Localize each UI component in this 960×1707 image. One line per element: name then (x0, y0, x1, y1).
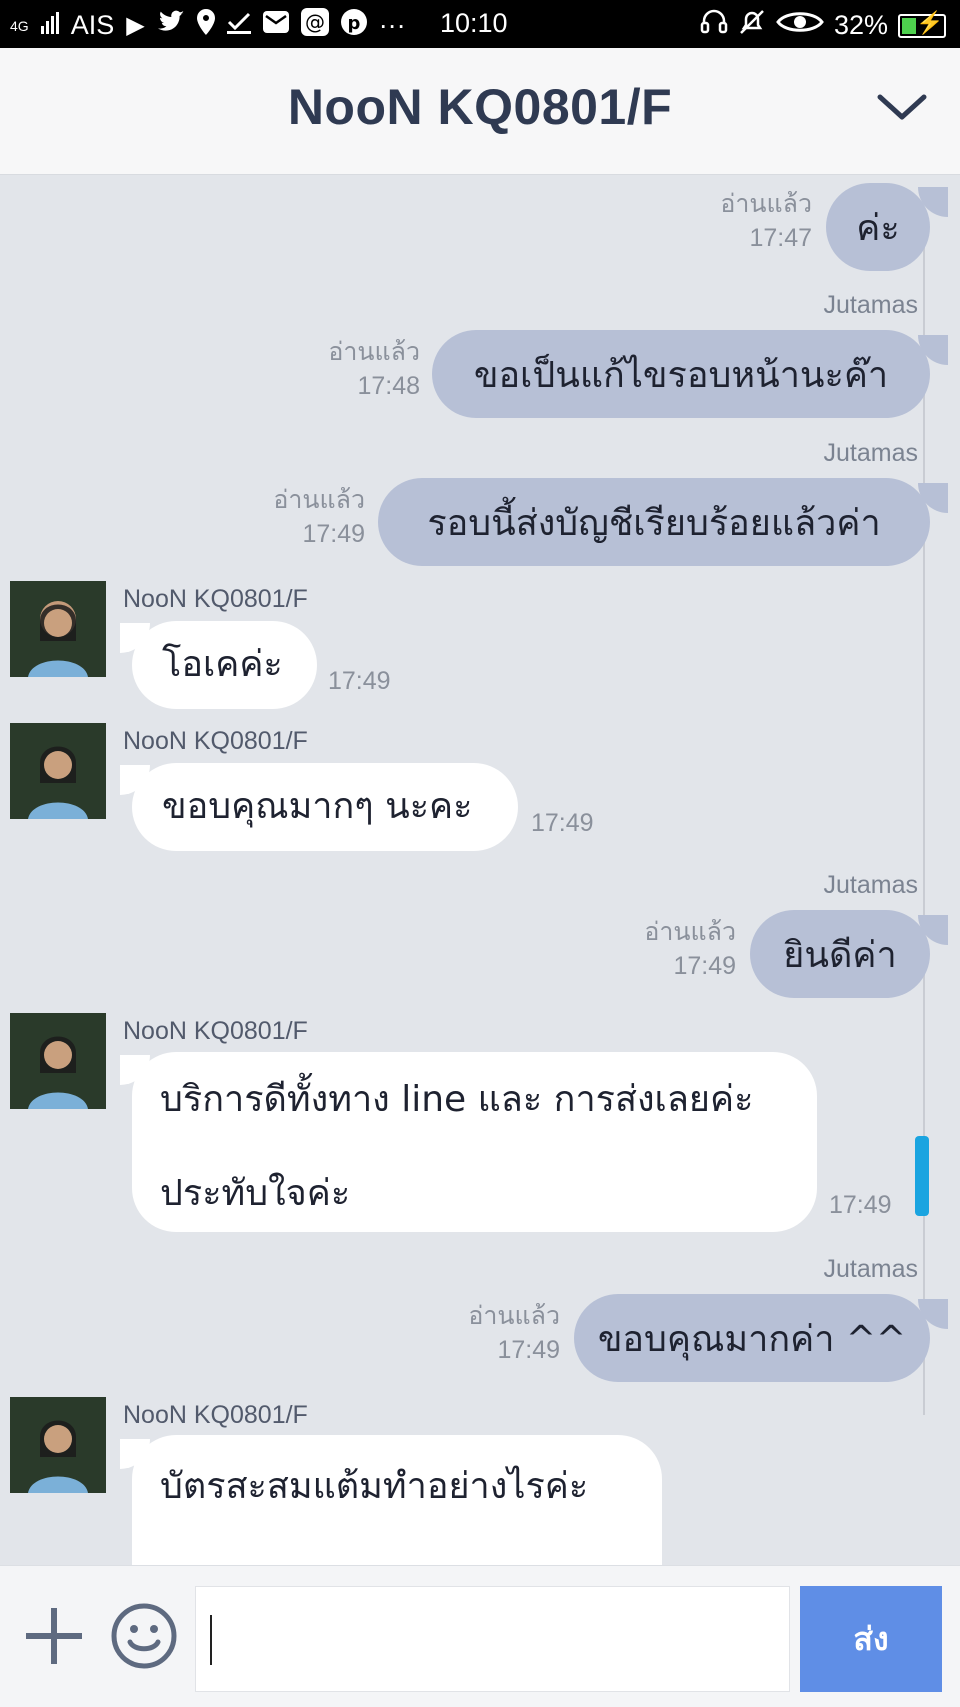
message-meta: อ่านแล้ว 17:47 (620, 187, 812, 255)
chat-header: NooN KQ0801/F (0, 48, 960, 175)
message-bubble-sent[interactable]: ขอบคุณมากค่า ^^ (574, 1294, 930, 1382)
message-meta: อ่านแล้ว 17:48 (220, 335, 420, 403)
message-time: 17:49 (497, 1336, 560, 1364)
message-input[interactable] (195, 1586, 790, 1692)
message-text: ยินดีค่า (783, 934, 897, 976)
text-caret (210, 1615, 212, 1665)
avatar[interactable] (10, 1397, 106, 1493)
message-time: 17:49 (673, 952, 736, 980)
message-bubble-sent[interactable]: ยินดีค่า (750, 910, 930, 998)
message-time: 17:47 (749, 224, 812, 252)
message-meta: อ่านแล้ว 17:49 (540, 915, 736, 983)
network-type: 4G (10, 17, 29, 34)
read-receipt: อ่านแล้ว (644, 918, 736, 946)
check-icon (226, 10, 251, 41)
read-receipt: อ่านแล้ว (720, 190, 812, 218)
message-text: บริการดีทั้งทาง line และ การส่งเลยค่ะ (160, 1079, 754, 1120)
message-bubble-sent[interactable]: รอบนี้ส่งบัญชีเรียบร้อยแล้วค่า (378, 478, 930, 566)
carrier: AIS (70, 10, 115, 40)
sender-name: Jutamas (823, 291, 918, 319)
message-time: 17:48 (357, 372, 420, 400)
message-text: ประทับใจค่ะ (160, 1173, 351, 1214)
message-meta: อ่านแล้ว 17:49 (360, 1299, 560, 1367)
message-time: 17:49 (829, 1191, 892, 1219)
pinterest-icon: p (340, 9, 367, 42)
message-bubble-sent[interactable]: ขอเป็นแก้ไขรอบหน้านะค๊า (432, 330, 930, 418)
battery-charging-icon: ⚡ (898, 10, 946, 38)
signal-icon (40, 10, 59, 41)
eye-icon (776, 9, 824, 42)
more-icon: ··· (378, 10, 406, 40)
message-bubble-sent[interactable]: ค่ะ (826, 183, 930, 271)
message-text: รอบนี้ส่งบัญชีเรียบร้อยแล้วค่า (427, 502, 881, 544)
scrollbar-thumb[interactable] (915, 1136, 929, 1216)
sender-name: Jutamas (823, 1255, 918, 1283)
message-text: ขอเป็นแก้ไขรอบหน้านะค๊า (473, 354, 889, 396)
twitter-icon (157, 10, 185, 41)
message-bubble-received[interactable]: โอเคค่ะ (132, 621, 317, 709)
send-button[interactable]: ส่ง (800, 1586, 942, 1692)
message-time: 17:49 (531, 809, 594, 837)
message-text: ค่ะ (856, 207, 900, 249)
battery-percent: 32% (833, 10, 888, 40)
chat-title: NooN KQ0801/F (287, 79, 673, 135)
status-bar: 4G AIS ▶ @ p ··· 10:10 32% ⚡ (0, 0, 960, 48)
read-receipt: อ่านแล้ว (273, 486, 365, 514)
chevron-down-icon[interactable] (874, 83, 930, 133)
emoji-icon[interactable] (110, 1602, 178, 1670)
bell-muted-icon (738, 8, 766, 43)
mail-icon (262, 11, 289, 40)
sender-name: Jutamas (823, 439, 918, 467)
sender-name: NooN KQ0801/F (123, 1401, 308, 1429)
sender-name: NooN KQ0801/F (123, 585, 308, 613)
headset-icon (700, 8, 728, 43)
svg-text:@: @ (305, 10, 325, 34)
read-receipt: อ่านแล้ว (328, 338, 420, 366)
sender-name: NooN KQ0801/F (123, 1017, 308, 1045)
read-receipt: อ่านแล้ว (468, 1302, 560, 1330)
message-meta: อ่านแล้ว 17:49 (170, 483, 365, 551)
message-list[interactable]: อ่านแล้ว 17:47 ค่ะ Jutamas อ่านแล้ว 17:4… (0, 175, 960, 1565)
sender-name: NooN KQ0801/F (123, 727, 308, 755)
avatar[interactable] (10, 1013, 106, 1109)
message-bubble-received[interactable]: บัตรสะสมแต้มทำอย่างไรค่ะ (132, 1435, 662, 1565)
sender-name: Jutamas (823, 871, 918, 899)
message-text: ขอบคุณมากค่า ^^ (597, 1318, 907, 1360)
message-time: 17:49 (328, 667, 391, 695)
avatar[interactable] (10, 581, 106, 677)
svg-text:p: p (347, 13, 360, 34)
input-bar: ส่ง (0, 1565, 960, 1707)
scrollbar-track (923, 235, 925, 1415)
message-text: บัตรสะสมแต้มทำอย่างไรค่ะ (160, 1466, 589, 1507)
message-bubble-received[interactable]: ขอบคุณมากๆ นะคะ (132, 763, 518, 851)
at-icon: @ (300, 8, 329, 43)
clock: 10:10 (440, 8, 508, 38)
location-icon (196, 9, 215, 42)
message-text: ขอบคุณมากๆ นะคะ (162, 786, 473, 827)
message-time: 17:49 (302, 520, 365, 548)
plus-icon[interactable] (24, 1606, 84, 1666)
message-text: โอเคค่ะ (162, 644, 283, 685)
play-store-icon: ▶ (126, 12, 145, 39)
message-bubble-received[interactable]: บริการดีทั้งทาง line และ การส่งเลยค่ะ ปร… (132, 1052, 817, 1232)
avatar[interactable] (10, 723, 106, 819)
